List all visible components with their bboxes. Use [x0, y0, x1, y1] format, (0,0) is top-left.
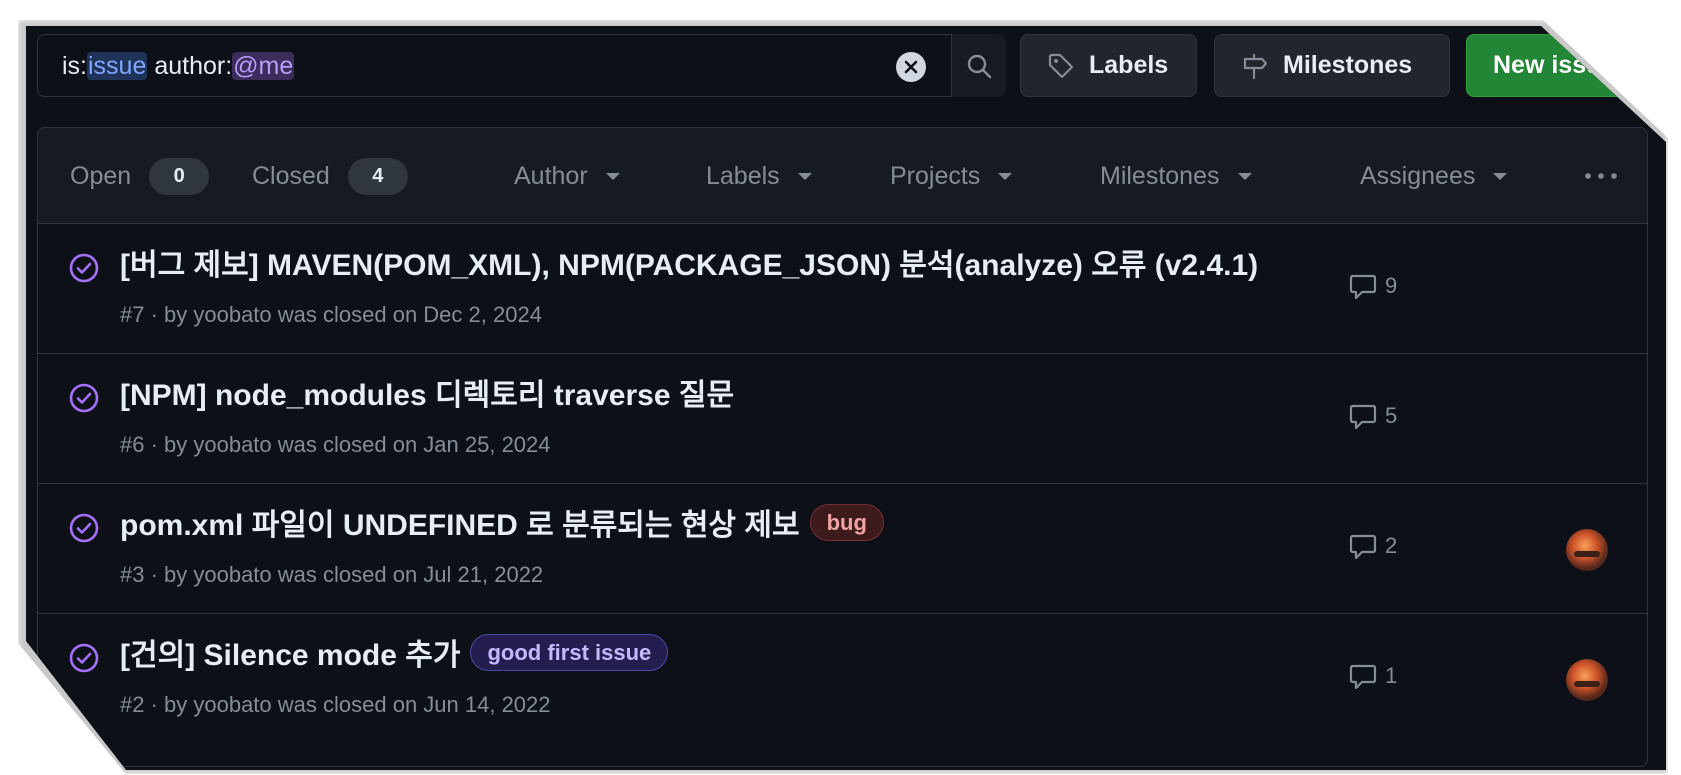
kebab-horizontal-icon — [1585, 173, 1617, 179]
search-token-key: is: — [62, 52, 87, 80]
open-count-badge: 0 — [149, 157, 210, 195]
comment-icon — [1349, 274, 1377, 300]
open-issues-tab[interactable]: Open 0 — [70, 128, 210, 224]
caret-down-icon — [1493, 172, 1508, 180]
issue-title-text: pom.xml 파일이 UNDEFINED 로 분류되는 현상 제보 — [120, 509, 800, 542]
issue-title-link[interactable]: [버그 제보] MAVEN(POM_XML), NPM(PACKAGE_JSON… — [120, 240, 1258, 284]
issue-meta: #6 · by yoobato was closed on Jan 25, 20… — [120, 432, 551, 457]
issue-meta: #3 · by yoobato was closed on Jul 21, 20… — [120, 562, 544, 587]
milestones-button-label: Milestones — [1283, 51, 1413, 79]
milestones-filter-label: Milestones — [1100, 161, 1220, 190]
issue-title-text: [NPM] node_modules 디렉토리 traverse 질문 — [120, 379, 735, 412]
caret-down-icon — [1237, 172, 1252, 180]
comment-icon — [1349, 534, 1377, 560]
search-token-key: author: — [147, 52, 233, 80]
labels-button-label: Labels — [1089, 51, 1169, 79]
labels-button[interactable]: Labels — [1020, 34, 1197, 97]
comments-link[interactable]: 2 — [1349, 532, 1397, 560]
issue-closed-icon — [69, 513, 99, 543]
milestones-button[interactable]: Milestones — [1214, 34, 1450, 97]
issues-list-header: Open 0 Closed 4 Author Labels Projects M — [38, 128, 1647, 224]
issue-title-text: [버그 제보] MAVEN(POM_XML), NPM(PACKAGE_JSON… — [120, 249, 1259, 282]
projects-filter[interactable]: Projects — [890, 128, 1013, 224]
search-icon — [967, 54, 992, 78]
issue-meta: #7 · by yoobato was closed on Dec 2, 202… — [120, 302, 542, 327]
assignees-filter-label: Assignees — [1360, 161, 1476, 190]
clear-search-button[interactable] — [896, 52, 926, 82]
comments-link[interactable]: 1 — [1349, 662, 1397, 690]
comment-count: 5 — [1385, 403, 1398, 428]
issue-closed-icon — [69, 643, 99, 673]
label-bug[interactable]: bug — [809, 503, 884, 541]
search-button[interactable] — [951, 34, 1006, 97]
comment-icon — [1349, 404, 1377, 430]
assignee-avatar[interactable] — [1566, 659, 1608, 701]
search-box[interactable]: is:issue author:@me — [37, 34, 1006, 98]
issue-closed-icon — [69, 383, 99, 413]
issue-title-link[interactable]: pom.xml 파일이 UNDEFINED 로 분류되는 현상 제보 bug — [120, 500, 884, 544]
closed-issues-tab[interactable]: Closed 4 — [252, 128, 408, 224]
projects-filter-label: Projects — [890, 161, 981, 190]
issue-title-text: [건의] Silence mode 추가 — [120, 639, 461, 672]
comments-link[interactable]: 5 — [1349, 402, 1397, 430]
comments-link[interactable]: 9 — [1349, 272, 1397, 300]
issues-list: Open 0 Closed 4 Author Labels Projects M — [37, 127, 1648, 767]
caret-down-icon — [797, 172, 812, 180]
issue-row[interactable]: [버그 제보] MAVEN(POM_XML), NPM(PACKAGE_JSON… — [38, 224, 1647, 354]
search-query[interactable]: is:issue author:@me — [62, 35, 295, 98]
comment-count: 2 — [1385, 533, 1398, 558]
comment-count: 1 — [1385, 663, 1398, 688]
label-good-first-issue[interactable]: good first issue — [470, 633, 669, 671]
closed-count-badge: 4 — [347, 157, 408, 195]
open-label: Open — [70, 161, 132, 190]
issue-closed-icon — [69, 253, 99, 283]
author-filter-label: Author — [514, 161, 588, 190]
milestones-filter[interactable]: Milestones — [1100, 128, 1252, 224]
assignees-filter[interactable]: Assignees — [1360, 128, 1508, 224]
comment-count: 9 — [1385, 273, 1398, 298]
issues-panel: is:issue author:@me Labels Milestones Ne… — [26, 26, 1666, 770]
assignee-avatar[interactable] — [1566, 529, 1608, 571]
issue-title-link[interactable]: [건의] Silence mode 추가 good first issue — [120, 630, 669, 674]
issue-row[interactable]: pom.xml 파일이 UNDEFINED 로 분류되는 현상 제보 bug #3… — [38, 484, 1647, 614]
closed-label: Closed — [252, 161, 330, 190]
issue-row[interactable]: [건의] Silence mode 추가 good first issue #2 … — [38, 614, 1647, 744]
search-token-value: @me — [232, 52, 295, 80]
caret-down-icon — [605, 172, 620, 180]
comment-icon — [1349, 664, 1377, 690]
screenshot-stage: is:issue author:@me Labels Milestones Ne… — [0, 0, 1681, 775]
milestone-icon — [1241, 52, 1269, 80]
clear-icon — [904, 60, 918, 74]
issue-meta: #2 · by yoobato was closed on Jun 14, 20… — [120, 692, 551, 717]
more-options-button[interactable] — [1583, 128, 1619, 224]
search-token-value: issue — [87, 52, 148, 80]
labels-filter[interactable]: Labels — [706, 128, 812, 224]
issue-title-link[interactable]: [NPM] node_modules 디렉토리 traverse 질문 — [120, 370, 734, 414]
caret-down-icon — [998, 172, 1013, 180]
labels-filter-label: Labels — [706, 161, 780, 190]
author-filter[interactable]: Author — [514, 128, 620, 224]
issue-row[interactable]: [NPM] node_modules 디렉토리 traverse 질문 #6 ·… — [38, 354, 1647, 484]
tag-icon — [1047, 52, 1075, 80]
